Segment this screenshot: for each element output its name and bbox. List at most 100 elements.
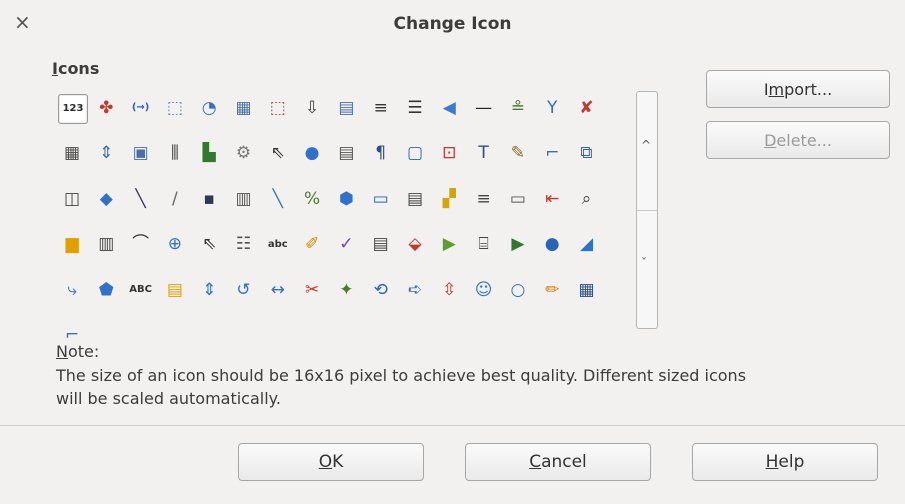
form-icon[interactable]: ▤ <box>332 94 360 122</box>
zoom-icon[interactable]: ⌕ <box>573 185 601 213</box>
indent-icon[interactable]: ⇤ <box>538 185 566 213</box>
text-icon[interactable]: T <box>470 140 498 168</box>
line-number-icon[interactable]: ▭ <box>504 185 532 213</box>
line-icon[interactable]: — <box>470 94 498 122</box>
network-icon[interactable]: Y <box>538 94 566 122</box>
note-label: Note: <box>56 342 99 361</box>
cut-icon-glyph: ✂ <box>304 279 320 300</box>
chart-percent-icon[interactable]: % <box>298 185 326 213</box>
settings-icon[interactable]: ⚙ <box>230 140 258 168</box>
save-icon[interactable]: ▪ <box>195 185 223 213</box>
connector-line-icon[interactable]: ⤷ <box>58 276 86 304</box>
delete-button[interactable]: Delete... <box>706 121 890 159</box>
presentation-icon[interactable]: ▭ <box>367 185 395 213</box>
note-icon[interactable]: ▤ <box>161 276 189 304</box>
crosshair-icon[interactable]: ⊕ <box>161 231 189 259</box>
draw-line-icon[interactable]: ✓ <box>332 231 360 259</box>
note-text: The size of an icon should be 16x16 pixe… <box>56 366 747 408</box>
insert-frame-icon[interactable]: ⬚ <box>264 94 292 122</box>
table-grid-icon[interactable]: ▦ <box>230 94 258 122</box>
list-icon[interactable]: ☷ <box>230 231 258 259</box>
field-insert-icon[interactable]: ⇳ <box>435 276 463 304</box>
document-icon[interactable]: ▥ <box>230 185 258 213</box>
ok-button[interactable]: OK <box>238 443 424 481</box>
callout-icon[interactable]: ▆ <box>58 231 86 259</box>
color-blocks-icon[interactable]: ▞ <box>435 185 463 213</box>
magic-icon[interactable]: ✦ <box>332 276 360 304</box>
undo-icon[interactable]: ↺ <box>230 276 258 304</box>
diamond-icon[interactable]: ◆ <box>92 185 120 213</box>
paragraph-icon[interactable]: ¶ <box>367 140 395 168</box>
edit-icon[interactable]: ✐ <box>298 231 326 259</box>
back-arrow-icon[interactable]: ◀ <box>435 94 463 122</box>
chart-icon[interactable]: ◔ <box>195 94 223 122</box>
center-align-icon[interactable]: ≡ <box>470 185 498 213</box>
smiley-icon[interactable]: ☺ <box>470 276 498 304</box>
align-justify-icon[interactable]: ≡ <box>367 94 395 122</box>
import-button[interactable]: Im port... <box>706 70 890 108</box>
horizontal-arrows-icon-glyph: ↔ <box>270 279 285 300</box>
pentagon-icon[interactable]: ⬟ <box>92 276 120 304</box>
thick-line-icon[interactable]: ╲ <box>127 185 155 213</box>
align-lines-icon[interactable]: ☰ <box>401 94 429 122</box>
replace-icon-glyph: ⟲ <box>373 279 388 300</box>
insert-image-icon[interactable]: ⧉ <box>573 140 601 168</box>
export-icon[interactable]: ⬚ <box>161 94 189 122</box>
magic-wand-icon[interactable]: ✎ <box>504 140 532 168</box>
color-fill-icon[interactable]: ⬙ <box>401 231 429 259</box>
link-icon[interactable]: ◫ <box>58 185 86 213</box>
scroll-up-icon[interactable]: ^ <box>641 138 651 152</box>
field-icon[interactable]: ⊡ <box>435 140 463 168</box>
123-number-icon[interactable]: 123 <box>58 94 88 124</box>
sphere-icon[interactable]: ● <box>538 231 566 259</box>
field-icon-glyph: ⊡ <box>442 143 457 163</box>
scroll-down-icon[interactable]: ˇ <box>641 256 647 270</box>
arrow-brackets-icon[interactable]: (→) <box>127 94 155 122</box>
forward-arrow-icon[interactable]: ➪ <box>401 276 429 304</box>
link-icon-glyph: ◫ <box>63 188 81 209</box>
delete-flag-icon[interactable]: ✘ <box>573 94 601 122</box>
sort-az-icon[interactable]: ⇩ <box>298 94 326 122</box>
import-label-after: port... <box>784 79 833 99</box>
pencil-icon[interactable]: / <box>161 185 189 213</box>
connector-icon[interactable]: ⌐ <box>538 140 566 168</box>
underline-icon[interactable]: ≗ <box>504 94 532 122</box>
cut-icon[interactable]: ✂ <box>298 276 326 304</box>
page-icon[interactable]: ▤ <box>367 231 395 259</box>
play-box-icon[interactable]: ▶ <box>504 231 532 259</box>
form-fields-icon[interactable]: ▤ <box>401 185 429 213</box>
connector-line-icon-glyph: ⤷ <box>67 279 77 300</box>
horizontal-arrows-icon[interactable]: ↔ <box>264 276 292 304</box>
table-icon[interactable]: ▦ <box>58 140 86 168</box>
forward-arrow-icon-glyph: ➪ <box>407 279 423 300</box>
resize-icon[interactable]: ⇕ <box>92 140 120 168</box>
icon-grid-scrollbar[interactable]: ^ ˇ <box>636 91 658 329</box>
database-icon[interactable]: ▥ <box>92 231 120 259</box>
highlighter-icon[interactable]: ✏ <box>538 276 566 304</box>
crosshair-icon-glyph: ⊕ <box>167 234 183 254</box>
columns-icon[interactable]: ⫼ <box>161 140 189 168</box>
pointer-icon[interactable]: ⇖ <box>264 140 292 168</box>
arc-icon[interactable]: ⌒ <box>127 231 155 259</box>
abc-text-icon[interactable]: ABC <box>127 276 155 304</box>
group-icon[interactable]: ▣ <box>127 140 155 168</box>
help-button[interactable]: Help <box>692 443 878 481</box>
table-pointer-icon[interactable]: ▦ <box>573 276 601 304</box>
hexagon-icon[interactable]: ⬢ <box>332 185 360 213</box>
circle-outline-icon[interactable]: ○ <box>504 276 532 304</box>
circle-icon[interactable]: ● <box>298 140 326 168</box>
replace-icon[interactable]: ⟲ <box>367 276 395 304</box>
cylinder-icon[interactable]: ⌸ <box>470 231 498 259</box>
sheet-icon[interactable]: ▤ <box>332 140 360 168</box>
select-icon[interactable]: ⇖ <box>195 231 223 259</box>
vertical-arrows-icon[interactable]: ⇕ <box>195 276 223 304</box>
tools-icon[interactable]: ✤ <box>92 94 120 122</box>
spellcheck-icon[interactable]: abc <box>264 231 292 259</box>
play-box-icon-glyph: ▶ <box>511 234 525 254</box>
curve-icon[interactable]: ╲ <box>264 185 292 213</box>
rounded-rect-icon[interactable]: ▢ <box>401 140 429 168</box>
cancel-button[interactable]: Cancel <box>465 443 651 481</box>
autoplay-icon[interactable]: ▶ <box>435 231 463 259</box>
chart-bars-icon[interactable]: ▙ <box>195 140 223 168</box>
wedge-icon[interactable]: ◢ <box>573 231 601 259</box>
